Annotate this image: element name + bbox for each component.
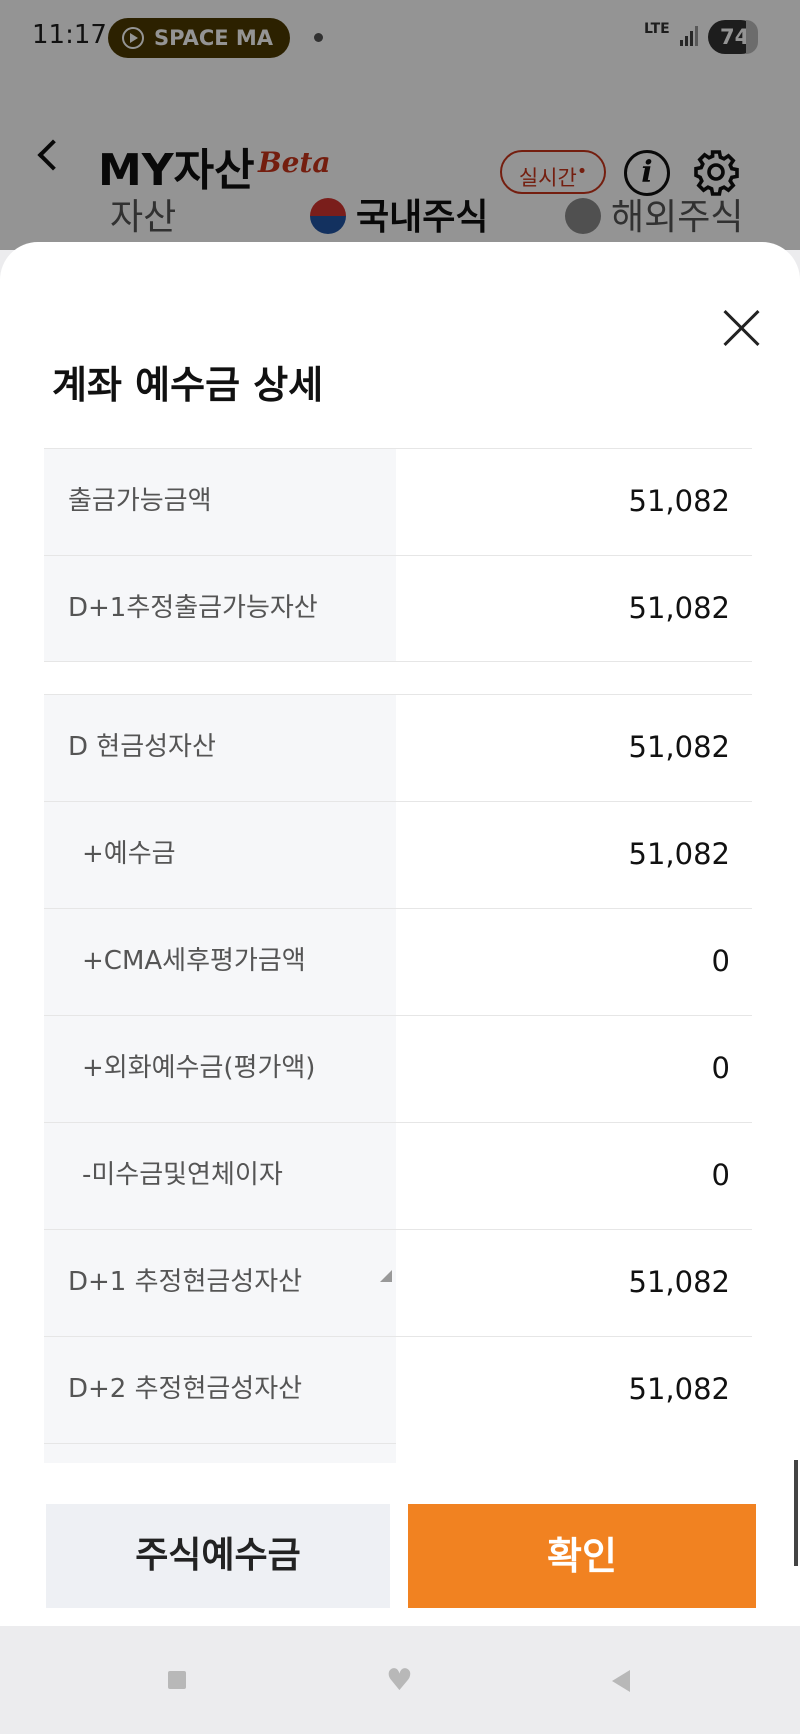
deposit-detail-table: 출금가능금액 51,082 D+1추정출금가능자산 51,082 D 현금성자산… — [44, 448, 752, 1463]
table-row: +외화예수금(평가액) 0 — [44, 1015, 752, 1122]
row-label: D+2 추정현금성자산 — [44, 1337, 396, 1443]
row-value: 51,082 — [628, 1265, 730, 1299]
scrollbar[interactable] — [794, 1460, 798, 1566]
home-heart-icon[interactable]: ♥ — [386, 1666, 413, 1696]
row-value: 51,082 — [628, 1372, 730, 1406]
table-row: +예수금 51,082 — [44, 801, 752, 908]
system-navigation-bar: ♥ — [0, 1626, 800, 1734]
row-value: 51,082 — [628, 591, 730, 625]
table-row[interactable]: D+1 추정현금성자산 51,082 — [44, 1229, 752, 1336]
bottom-sheet: 계좌 예수금 상세 출금가능금액 51,082 D+1추정출금가능자산 51,0… — [0, 242, 800, 1626]
table-row: D+2 추정현금성자산 51,082 — [44, 1336, 752, 1443]
recent-apps-icon[interactable] — [168, 1671, 186, 1689]
table-row: D 현금성자산 51,082 — [44, 694, 752, 801]
row-label: 출금가능금액 — [44, 449, 396, 555]
group-divider — [44, 662, 752, 694]
row-label: +예수금 — [44, 802, 396, 908]
row-value: 51,082 — [628, 837, 730, 871]
sheet-title: 계좌 예수금 상세 — [52, 363, 324, 407]
table-row: +CMA세후평가금액 0 — [44, 908, 752, 1015]
close-icon[interactable] — [720, 306, 764, 350]
row-label: D 현금성자산 — [44, 695, 396, 801]
row-label: +CMA세후평가금액 — [44, 909, 396, 1015]
expand-triangle-icon[interactable] — [380, 1270, 392, 1282]
row-value: 0 — [711, 944, 730, 978]
row-value: 0 — [711, 1051, 730, 1085]
row-label: D+1추정출금가능자산 — [44, 556, 396, 661]
table-row: 출금가능금액 51,082 — [44, 448, 752, 555]
row-label: D+1 추정현금성자산 — [44, 1230, 396, 1336]
row-value: 0 — [711, 1158, 730, 1192]
confirm-button[interactable]: 확인 — [408, 1504, 756, 1608]
row-value: 51,082 — [628, 730, 730, 764]
row-value: 51,082 — [628, 484, 730, 518]
nav-back-icon[interactable] — [612, 1670, 630, 1692]
table-row: -미수금및연체이자 0 — [44, 1122, 752, 1229]
table-row: D+1추정출금가능자산 51,082 — [44, 555, 752, 662]
stock-deposit-button[interactable]: 주식예수금 — [46, 1504, 390, 1608]
row-label: +외화예수금(평가액) — [44, 1016, 396, 1122]
table-tail — [44, 1443, 396, 1463]
row-label: -미수금및연체이자 — [44, 1123, 396, 1229]
dim-overlay[interactable] — [0, 0, 800, 250]
